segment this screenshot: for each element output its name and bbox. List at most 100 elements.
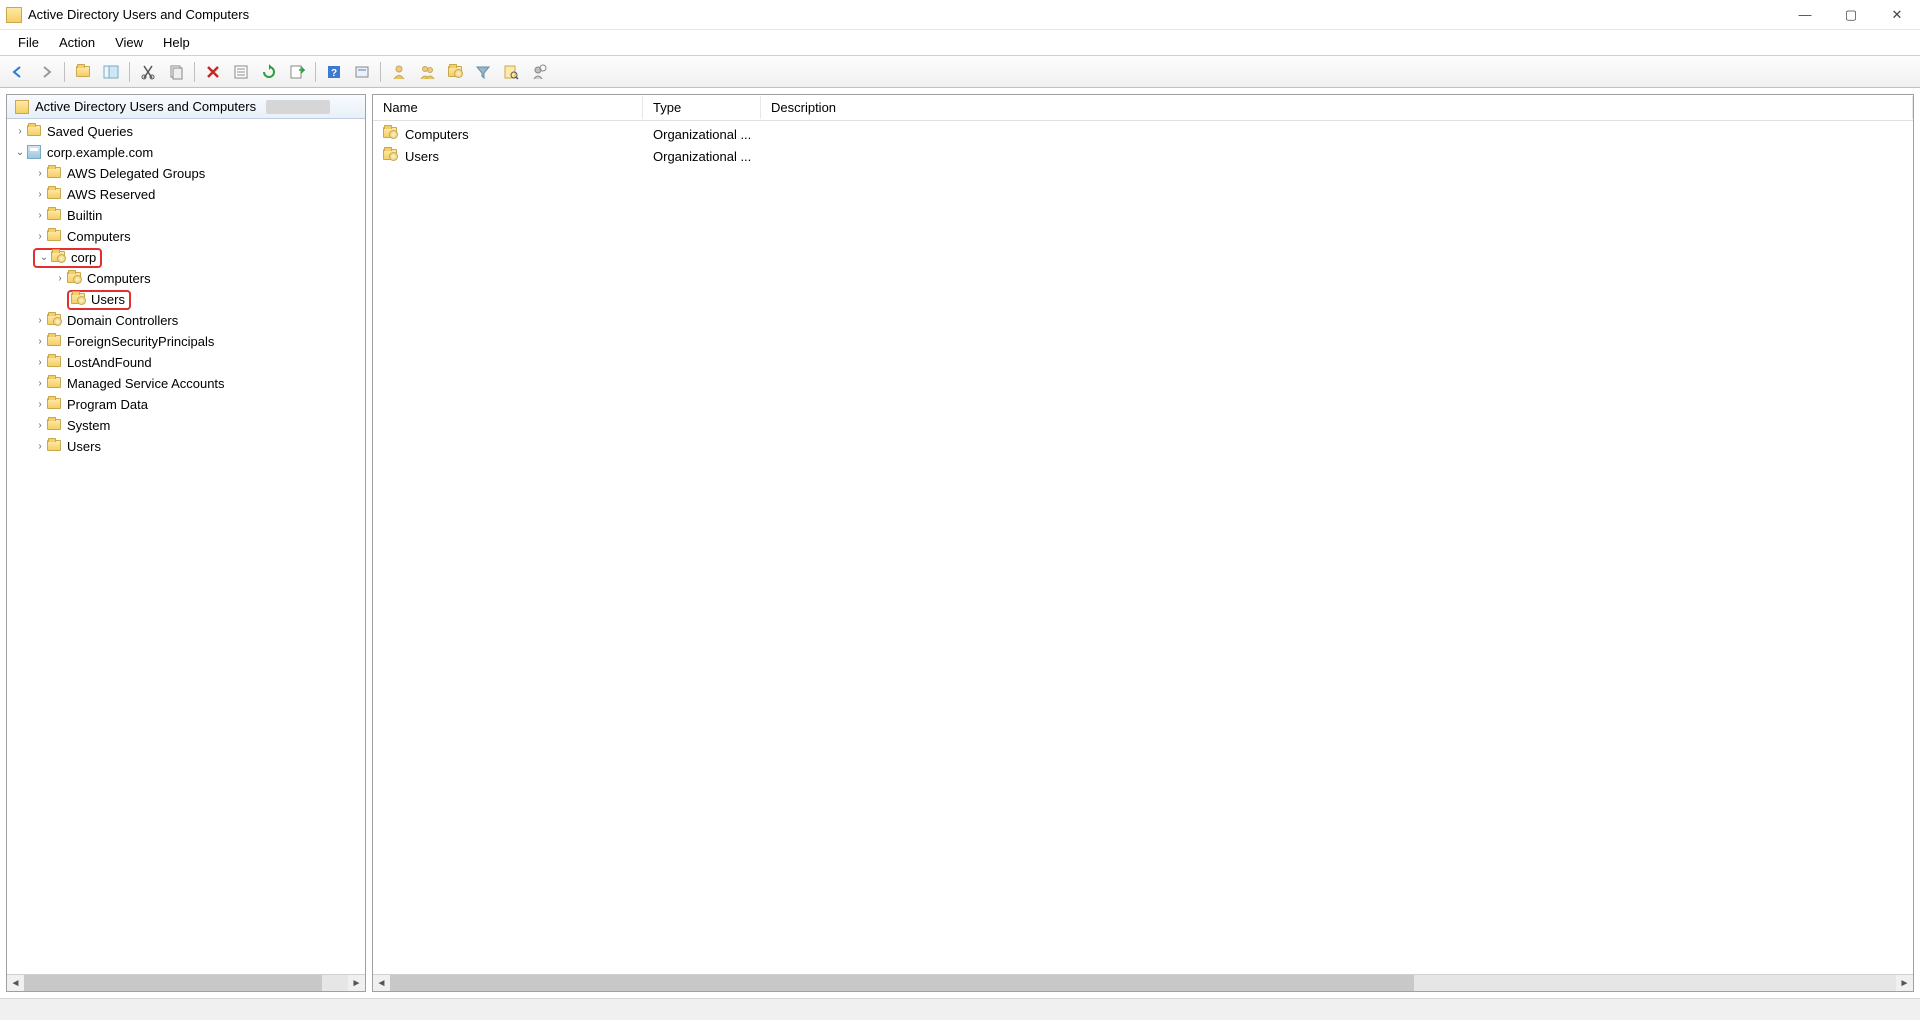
close-button[interactable]: ✕ [1874, 0, 1920, 30]
up-folder-button[interactable] [71, 60, 95, 84]
titlebar: Active Directory Users and Computers — ▢… [0, 0, 1920, 30]
toolbar: ? [0, 56, 1920, 88]
tree-header[interactable]: Active Directory Users and Computers [7, 95, 365, 119]
blurred-server-name [266, 100, 330, 114]
chevron-right-icon[interactable]: › [33, 441, 47, 452]
cell-type: Organizational ... [653, 127, 771, 142]
list-hscrollbar[interactable]: ◄ ► [373, 974, 1913, 991]
console-icon [15, 100, 29, 114]
list-row[interactable]: UsersOrganizational ... [373, 145, 1913, 167]
folder-icon [47, 167, 61, 178]
menu-help[interactable]: Help [153, 31, 200, 54]
tree-item[interactable]: › Saved Queries [7, 121, 365, 142]
chevron-right-icon[interactable]: › [53, 273, 67, 284]
tree-item-label: Users [67, 439, 101, 454]
chevron-down-icon[interactable]: ⌄ [13, 147, 27, 158]
chevron-down-icon[interactable]: ⌄ [37, 252, 51, 263]
properties-button[interactable] [229, 60, 253, 84]
cell-type: Organizational ... [653, 149, 771, 164]
tree-item-label: corp.example.com [47, 145, 153, 160]
export-list-button[interactable] [285, 60, 309, 84]
chevron-right-icon[interactable]: › [33, 399, 47, 410]
ou-folder-icon [383, 127, 397, 138]
tree-item[interactable]: Users [7, 289, 365, 310]
scroll-left-icon[interactable]: ◄ [7, 975, 24, 992]
chevron-right-icon[interactable]: › [33, 231, 47, 242]
toolbar-separator [129, 62, 130, 82]
menu-view[interactable]: View [105, 31, 153, 54]
maximize-button[interactable]: ▢ [1828, 0, 1874, 30]
menu-action[interactable]: Action [49, 31, 105, 54]
domain-icon [27, 145, 41, 159]
refresh-button[interactable] [257, 60, 281, 84]
status-bar [0, 998, 1920, 1020]
chevron-right-icon[interactable]: › [33, 315, 47, 326]
chevron-right-icon[interactable]: › [33, 357, 47, 368]
new-user-button[interactable] [387, 60, 411, 84]
delete-button[interactable] [201, 60, 225, 84]
show-hide-tree-button[interactable] [99, 60, 123, 84]
app-icon [6, 7, 22, 23]
new-ou-button[interactable] [443, 60, 467, 84]
scroll-right-icon[interactable]: ► [348, 975, 365, 992]
chevron-right-icon[interactable]: › [33, 210, 47, 221]
tree-item[interactable]: › Managed Service Accounts [7, 373, 365, 394]
folder-icon [27, 125, 41, 136]
tree-item-label: AWS Reserved [67, 187, 155, 202]
list-row[interactable]: ComputersOrganizational ... [373, 123, 1913, 145]
help-button[interactable]: ? [322, 60, 346, 84]
menu-file[interactable]: File [8, 31, 49, 54]
list-header: Name Type Description [373, 95, 1913, 121]
tree-item[interactable]: ›Computers [7, 226, 365, 247]
cut-button[interactable] [136, 60, 160, 84]
tree-hscrollbar[interactable]: ◄ ► [7, 974, 365, 991]
tree-item[interactable]: ›Computers [7, 268, 365, 289]
list-body[interactable]: ComputersOrganizational ...UsersOrganiza… [373, 121, 1913, 974]
add-to-group-button[interactable] [527, 60, 551, 84]
column-header-type[interactable]: Type [643, 96, 761, 119]
app-title: Active Directory Users and Computers [28, 7, 249, 22]
back-button[interactable] [6, 60, 30, 84]
tree-item[interactable]: ›Builtin [7, 205, 365, 226]
copy-button[interactable] [164, 60, 188, 84]
ou-folder-icon [67, 272, 81, 283]
chevron-right-icon[interactable]: › [33, 420, 47, 431]
filter-button[interactable] [471, 60, 495, 84]
forward-button[interactable] [34, 60, 58, 84]
minimize-button[interactable]: — [1782, 0, 1828, 30]
find-button[interactable] [499, 60, 523, 84]
svg-text:?: ? [331, 68, 337, 79]
tree-item-label: Managed Service Accounts [67, 376, 225, 391]
tree-item[interactable]: › System [7, 415, 365, 436]
options-button[interactable] [350, 60, 374, 84]
highlight-annotation: Users [67, 290, 131, 310]
column-header-name[interactable]: Name [373, 96, 643, 119]
tree-item[interactable]: ⌄corp [7, 247, 365, 268]
chevron-right-icon[interactable]: › [33, 378, 47, 389]
tree-item-label: Domain Controllers [67, 313, 178, 328]
tree-item[interactable]: › Users [7, 436, 365, 457]
tree-item-label: Saved Queries [47, 124, 133, 139]
chevron-right-icon[interactable]: › [33, 168, 47, 179]
toolbar-separator [64, 62, 65, 82]
tree-item[interactable]: › Domain Controllers [7, 310, 365, 331]
chevron-right-icon[interactable]: › [33, 336, 47, 347]
column-header-description[interactable]: Description [761, 96, 1913, 119]
tree-item[interactable]: › AWS Reserved [7, 184, 365, 205]
tree-body[interactable]: ›Saved Queries⌄corp.example.com›AWS Dele… [7, 119, 365, 974]
tree-item[interactable]: ›ForeignSecurityPrincipals [7, 331, 365, 352]
tree-item[interactable]: ⌄ corp.example.com [7, 142, 365, 163]
tree-item[interactable]: ›LostAndFound [7, 352, 365, 373]
folder-icon [47, 188, 61, 199]
tree-item-label: AWS Delegated Groups [67, 166, 205, 181]
chevron-right-icon[interactable]: › [13, 126, 27, 137]
scroll-left-icon[interactable]: ◄ [373, 975, 390, 992]
chevron-right-icon[interactable]: › [33, 189, 47, 200]
ou-folder-icon [383, 149, 397, 160]
tree-item-label: System [67, 418, 110, 433]
tree-item[interactable]: › AWS Delegated Groups [7, 163, 365, 184]
tree-item-label: Users [91, 292, 125, 307]
new-group-button[interactable] [415, 60, 439, 84]
scroll-right-icon[interactable]: ► [1896, 975, 1913, 992]
tree-item[interactable]: ›Program Data [7, 394, 365, 415]
